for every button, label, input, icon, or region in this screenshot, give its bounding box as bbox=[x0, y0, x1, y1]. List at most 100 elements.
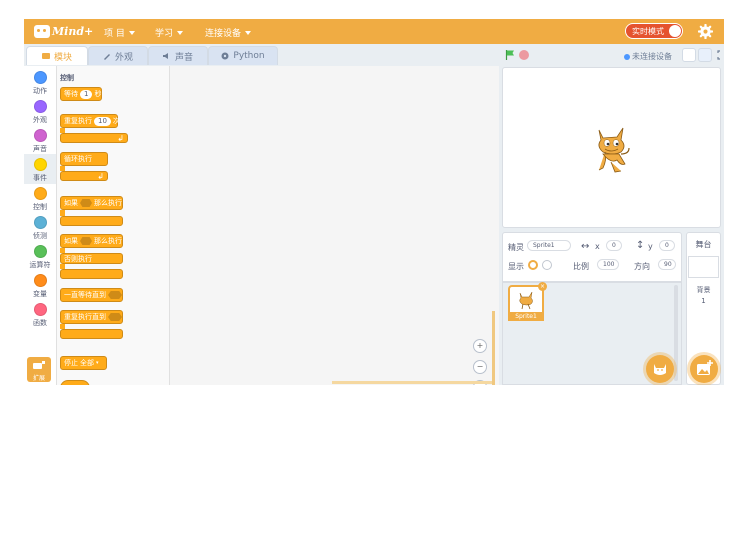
menu-learn[interactable]: 学习 bbox=[155, 26, 184, 39]
app-logo[interactable]: Mind+ bbox=[34, 23, 93, 40]
backdrop-thumbnail[interactable] bbox=[688, 256, 719, 278]
image-add-icon bbox=[697, 360, 713, 375]
cat-sprite-icon bbox=[519, 291, 533, 310]
sprite-info-panel: 精灵 Sprite1 ↔ x 0 ↕ y 0 显示 比例 100 方向 90 bbox=[502, 232, 682, 282]
tab-blocks[interactable]: 模块 bbox=[26, 46, 88, 65]
block-stop[interactable]: 停止 全部 ▾ bbox=[60, 356, 107, 370]
show-eye-icon[interactable] bbox=[528, 260, 538, 270]
category-motion[interactable]: 动作 bbox=[24, 69, 56, 97]
condition-slot[interactable] bbox=[108, 313, 122, 321]
tab-costumes[interactable]: 外观 bbox=[88, 46, 148, 65]
y-arrows-icon: ↕ bbox=[636, 240, 645, 251]
workspace-vertical-scrollbar[interactable] bbox=[492, 311, 495, 385]
block-repeat-unit: 次 bbox=[112, 117, 120, 125]
menu-learn-label: 学习 bbox=[155, 29, 174, 39]
add-sprite-button[interactable] bbox=[646, 355, 674, 383]
sprite-name-input[interactable]: Sprite1 bbox=[527, 240, 571, 251]
zoom-in-button[interactable]: + bbox=[473, 339, 487, 353]
category-label: 外观 bbox=[33, 116, 47, 124]
block-repeat-input[interactable]: 10 bbox=[94, 116, 111, 126]
palette-section-title: 控制 bbox=[60, 74, 74, 82]
connection-status: 未连接设备 bbox=[624, 51, 672, 62]
sprite-thumbnail[interactable]: × Sprite1 bbox=[508, 282, 547, 321]
events-dot-icon bbox=[33, 158, 47, 171]
logo-text: Mind+ bbox=[52, 25, 94, 38]
zoom-out-button[interactable]: − bbox=[473, 360, 487, 374]
condition-slot[interactable] bbox=[80, 199, 92, 207]
block-repeat-until[interactable]: 重复执行直到 bbox=[60, 310, 123, 324]
condition-slot[interactable] bbox=[80, 237, 92, 245]
menu-project[interactable]: 项 目 bbox=[104, 26, 135, 39]
workspace-horizontal-scrollbar[interactable] bbox=[332, 381, 492, 384]
block-forever-text: 循环执行 bbox=[64, 155, 92, 163]
size-input[interactable]: 100 bbox=[597, 259, 619, 270]
delete-sprite-icon[interactable]: × bbox=[538, 282, 547, 291]
large-stage-button[interactable] bbox=[698, 48, 712, 62]
green-flag-icon[interactable] bbox=[505, 50, 515, 60]
add-backdrop-button[interactable] bbox=[690, 355, 718, 383]
direction-input[interactable]: 90 bbox=[658, 259, 676, 270]
small-stage-button[interactable] bbox=[682, 48, 696, 62]
brush-icon bbox=[103, 54, 110, 60]
category-label: 运算符 bbox=[29, 261, 51, 269]
category-sensing[interactable]: 侦测 bbox=[24, 214, 56, 242]
stage-backdrop-panel[interactable]: 舞台 背景 1 bbox=[686, 232, 721, 385]
chevron-down-icon bbox=[177, 30, 184, 35]
block-then-text: 那么执行 bbox=[94, 199, 122, 207]
block-wait-unit: 秒 bbox=[94, 90, 102, 98]
loop-arrow-icon: ↲ bbox=[97, 171, 104, 181]
looks-dot-icon bbox=[33, 100, 47, 113]
gear-icon[interactable] bbox=[698, 24, 713, 39]
category-functions[interactable]: 函数 bbox=[24, 301, 56, 329]
block-if-bottom bbox=[60, 216, 123, 226]
motion-dot-icon bbox=[33, 71, 47, 84]
category-looks[interactable]: 外观 bbox=[24, 98, 56, 126]
cat-sprite-icon[interactable] bbox=[591, 124, 631, 174]
tab-python[interactable]: Python bbox=[208, 46, 278, 65]
x-input[interactable]: 0 bbox=[606, 240, 622, 251]
block-stop-dropdown[interactable]: 全部 ▾ bbox=[80, 358, 99, 368]
size-label: 比例 bbox=[573, 262, 589, 271]
block-repeat-until-text: 重复执行直到 bbox=[64, 313, 106, 321]
sprite-list-scrollbar[interactable] bbox=[674, 285, 678, 381]
category-label: 声音 bbox=[33, 145, 47, 153]
stage-canvas[interactable] bbox=[502, 67, 721, 228]
block-wait-input[interactable]: 1 bbox=[80, 89, 93, 99]
direction-label: 方向 bbox=[634, 262, 650, 271]
category-sound[interactable]: 声音 bbox=[24, 127, 56, 155]
category-label: 动作 bbox=[33, 87, 47, 95]
condition-slot[interactable] bbox=[108, 291, 122, 299]
menu-connect-device-label: 连接设备 bbox=[205, 29, 242, 39]
x-arrows-icon: ↔ bbox=[581, 241, 590, 252]
extensions-button[interactable]: 扩展 bbox=[27, 357, 51, 382]
loop-arrow-icon: ↲ bbox=[117, 133, 124, 143]
control-dot-icon bbox=[33, 187, 47, 200]
category-operators[interactable]: 运算符 bbox=[24, 243, 56, 271]
extensions-label: 扩展 bbox=[32, 375, 45, 382]
category-events[interactable]: 事件 bbox=[24, 154, 56, 184]
tab-sounds[interactable]: 声音 bbox=[148, 46, 208, 65]
category-control[interactable]: 控制 bbox=[24, 185, 56, 213]
blocks-icon bbox=[41, 53, 50, 59]
y-input[interactable]: 0 bbox=[659, 240, 675, 251]
block-hat-partial[interactable] bbox=[60, 380, 90, 385]
block-if-else[interactable]: 如果 那么执行 bbox=[60, 234, 123, 248]
block-if-then[interactable]: 如果 那么执行 bbox=[60, 196, 123, 210]
menu-connect-device[interactable]: 连接设备 bbox=[205, 26, 252, 39]
block-repeat[interactable]: 重复执行 10 次 bbox=[60, 114, 120, 128]
stop-icon[interactable] bbox=[519, 50, 529, 60]
block-wait[interactable]: 等待 1 秒 bbox=[60, 87, 102, 101]
block-wait-until[interactable]: 一直等待直到 bbox=[60, 288, 123, 302]
script-workspace[interactable]: + − = bbox=[170, 66, 499, 385]
hide-eye-icon[interactable] bbox=[542, 260, 552, 270]
block-forever[interactable]: 循环执行 bbox=[60, 152, 108, 166]
sprite-list: × Sprite1 bbox=[502, 282, 682, 385]
block-stop-text: 停止 bbox=[64, 359, 78, 367]
realtime-mode-toggle[interactable]: 实时模式 bbox=[625, 23, 683, 39]
show-label: 显示 bbox=[508, 262, 524, 271]
block-if-text: 如果 bbox=[64, 199, 78, 207]
menu-bar: Mind+ 项 目 学习 连接设备 实时模式 bbox=[24, 19, 724, 44]
fullscreen-icon[interactable] bbox=[715, 48, 724, 62]
category-variables[interactable]: 变量 bbox=[24, 272, 56, 300]
cat-add-icon bbox=[654, 364, 666, 375]
